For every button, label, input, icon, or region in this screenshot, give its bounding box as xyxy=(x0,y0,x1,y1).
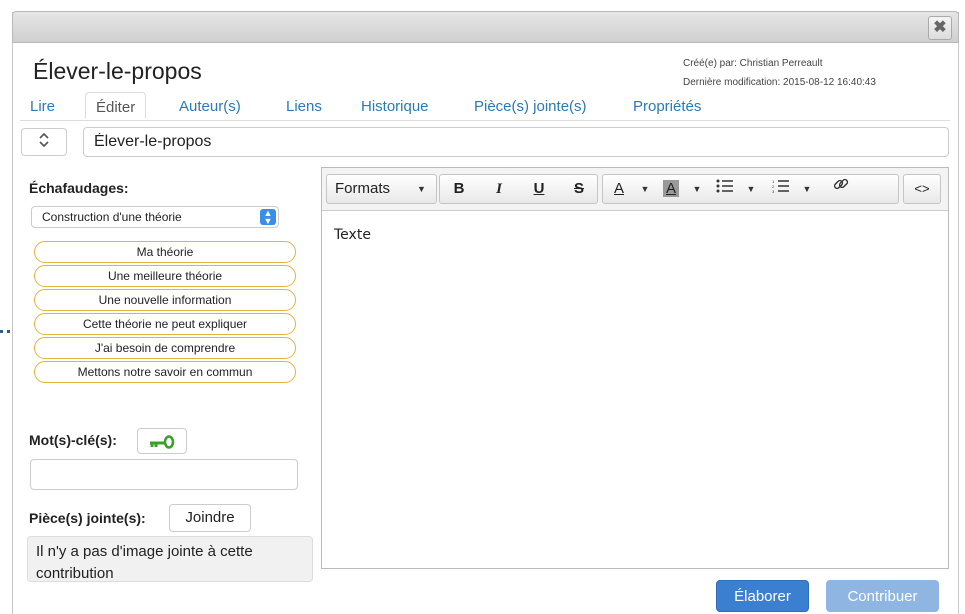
bold-button[interactable]: B xyxy=(440,175,478,203)
keywords-label: Mot(s)-clé(s): xyxy=(29,432,117,448)
keywords-input[interactable] xyxy=(30,459,298,490)
scaffolds-label: Échafaudages: xyxy=(29,180,129,196)
note-meta: Créé(e) par: Christian Perreault Dernièr… xyxy=(683,54,876,92)
rich-text-editor: Formats ▼ B I U S A ▼ A ▼ ▼ 123 ▼ <> Tex… xyxy=(321,167,949,569)
formats-dropdown[interactable]: Formats ▼ xyxy=(326,174,437,204)
text-color-button[interactable]: A xyxy=(603,175,635,203)
format-group: A ▼ A ▼ ▼ 123 ▼ xyxy=(602,174,899,204)
tab-edit[interactable]: Éditer xyxy=(85,92,147,119)
tab-read[interactable]: Lire xyxy=(30,98,55,115)
scaffold-my-theory[interactable]: Ma théorie xyxy=(34,241,296,263)
underline-button[interactable]: U xyxy=(520,175,558,203)
join-button[interactable]: Joindre xyxy=(169,504,251,532)
tab-bar: Lire Éditer Auteur(s) Liens Historique P… xyxy=(20,92,950,121)
close-icon[interactable]: ✖ xyxy=(928,16,952,40)
scaffold-share-knowledge[interactable]: Mettons notre savoir en commun xyxy=(34,361,296,383)
elaborate-button[interactable]: Élaborer xyxy=(716,580,809,612)
strikethrough-button[interactable]: S xyxy=(560,175,598,203)
scaffold-new-information[interactable]: Une nouvelle information xyxy=(34,289,296,311)
contribute-button[interactable]: Contribuer xyxy=(826,580,939,612)
select-arrows-icon: ▲ ▼ xyxy=(260,209,276,226)
last-modified: Dernière modification: 2015-08-12 16:40:… xyxy=(683,77,876,88)
note-dialog: ✖ Élever-le-propos Créé(e) par: Christia… xyxy=(12,11,959,614)
text-color-caret-icon[interactable]: ▼ xyxy=(635,175,655,203)
note-title-input[interactable] xyxy=(83,127,949,157)
tab-authors[interactable]: Auteur(s) xyxy=(179,98,241,115)
code-icon: <> xyxy=(914,181,930,196)
bg-color-button[interactable]: A xyxy=(655,175,687,203)
numbered-list-caret-icon[interactable]: ▼ xyxy=(797,175,817,203)
tab-properties[interactable]: Propriétés xyxy=(633,98,701,115)
key-icon[interactable] xyxy=(137,428,187,454)
scaffold-list: Ma théorie Une meilleure théorie Une nou… xyxy=(34,241,296,385)
chevron-down-icon: ▼ xyxy=(417,184,426,194)
editor-content[interactable]: Texte xyxy=(322,211,948,259)
tab-links[interactable]: Liens xyxy=(286,98,322,115)
bg-color-caret-icon[interactable]: ▼ xyxy=(687,175,707,203)
bullet-list-caret-icon[interactable]: ▼ xyxy=(741,175,761,203)
dialog-titlebar[interactable]: ✖ xyxy=(12,11,959,43)
scaffold-select[interactable]: Construction d'une théorie ▲ ▼ xyxy=(31,206,279,228)
attachments-label: Pièce(s) jointe(s): xyxy=(29,510,146,526)
italic-button[interactable]: I xyxy=(480,175,518,203)
attachments-empty-message: Il n'y a pas d'image jointe à cette cont… xyxy=(27,536,313,582)
scaffold-cannot-explain[interactable]: Cette théorie ne peut expliquer xyxy=(34,313,296,335)
tab-attachments[interactable]: Pièce(s) jointe(s) xyxy=(474,98,587,115)
scaffold-need-understand[interactable]: J'ai besoin de comprendre xyxy=(34,337,296,359)
page-title: Élever-le-propos xyxy=(33,58,202,84)
tab-history[interactable]: Historique xyxy=(361,98,429,115)
text-style-group: B I U S xyxy=(439,174,598,204)
scaffold-select-value: Construction d'une théorie xyxy=(42,210,182,224)
created-by: Créé(e) par: Christian Perreault xyxy=(683,58,823,69)
numbered-list-icon[interactable]: 123 xyxy=(765,175,797,203)
source-code-button[interactable]: <> xyxy=(903,174,941,204)
bullet-list-icon[interactable] xyxy=(709,175,741,203)
scaffold-better-theory[interactable]: Une meilleure théorie xyxy=(34,265,296,287)
sort-icon[interactable] xyxy=(21,128,67,156)
editor-toolbar: Formats ▼ B I U S A ▼ A ▼ ▼ 123 ▼ <> xyxy=(322,168,948,211)
bg-color-label: A xyxy=(662,180,679,197)
svg-text:3: 3 xyxy=(772,189,775,193)
link-icon[interactable] xyxy=(821,175,861,203)
formats-label: Formats xyxy=(335,180,391,197)
